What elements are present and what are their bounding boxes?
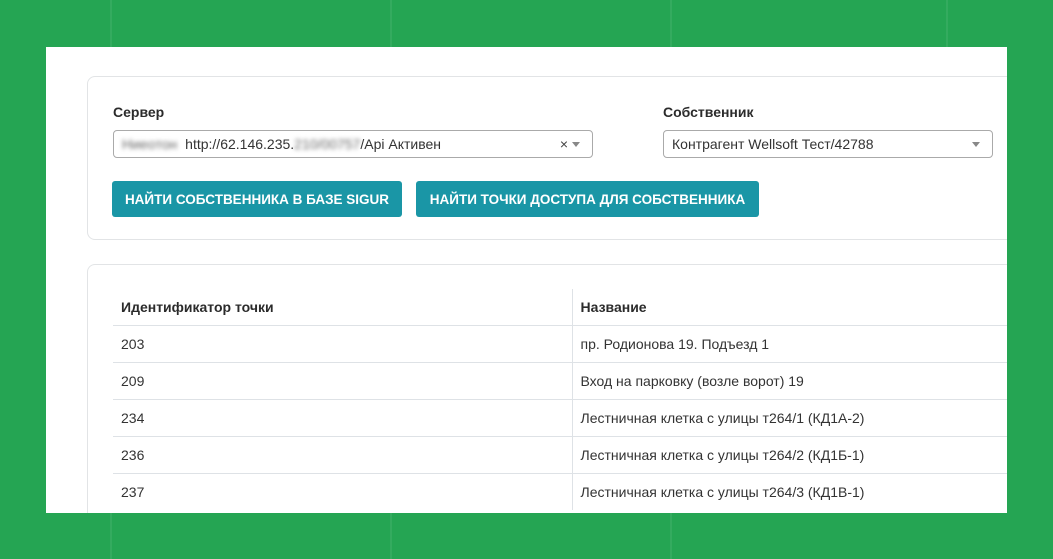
table-row[interactable]: 236 Лестничная клетка с улицы т264/2 (КД… [113,436,1007,474]
background-decoration [110,513,112,559]
point-name-cell: Вход на парковку (возле ворот) 19 [571,362,1007,400]
background-decoration [670,513,672,559]
background-decoration [110,0,112,47]
main-panel: Сервер Ниеoтон http://62.146.235.210/007… [46,47,1007,513]
background-decoration [390,513,392,559]
background-decoration [390,0,392,47]
point-id-cell: 236 [113,436,572,474]
column-header-name: Название [571,289,1007,326]
point-id-cell: 234 [113,399,572,437]
point-id-cell: 203 [113,325,572,363]
access-points-table: Идентификатор точки Название 203 пр. Род… [113,289,1007,510]
server-select[interactable]: Ниеoтон http://62.146.235.210/00757/Api … [113,130,593,158]
point-name-cell: Лестничная клетка с улицы т264/3 (КД1В-1… [571,473,1007,510]
find-points-button[interactable]: НАЙТИ ТОЧКИ ДОСТУПА ДЛЯ СОБСТВЕННИКА [416,181,759,217]
table-header-row: Идентификатор точки Название [113,289,1007,326]
table-row[interactable]: 234 Лестничная клетка с улицы т264/1 (КД… [113,399,1007,437]
table-row[interactable]: 203 пр. Родионова 19. Подъезд 1 [113,325,1007,363]
server-url-blurred: 210/00757 [294,136,361,152]
point-id-cell: 237 [113,473,572,510]
server-name-blurred: Ниеoтон [122,136,178,152]
column-header-id: Идентификатор точки [121,299,274,315]
table-card: Идентификатор точки Название 203 пр. Род… [87,264,1007,513]
server-label: Сервер [113,104,165,120]
chevron-down-icon[interactable] [572,142,580,147]
server-status: /Api Активен [360,136,442,152]
find-owner-button[interactable]: НАЙТИ СОБСТВЕННИКА В БАЗЕ SIGUR [112,181,402,217]
clear-icon[interactable]: × [560,131,568,157]
point-name-cell: пр. Родионова 19. Подъезд 1 [571,325,1007,363]
table-row[interactable]: 209 Вход на парковку (возле ворот) 19 [113,362,1007,400]
chevron-down-icon[interactable] [972,142,980,147]
owner-label: Собственник [663,104,754,120]
background-decoration [670,0,672,47]
background-decoration [946,0,948,47]
owner-value: Контрагент Wellsoft Тест/42788 [672,136,874,152]
owner-select[interactable]: Контрагент Wellsoft Тест/42788 [663,130,993,158]
server-url: http://62.146.235. [185,136,295,152]
table-row[interactable]: 237 Лестничная клетка с улицы т264/3 (КД… [113,473,1007,510]
point-name-cell: Лестничная клетка с улицы т264/1 (КД1А-2… [571,399,1007,437]
point-name-cell: Лестничная клетка с улицы т264/2 (КД1Б-1… [571,436,1007,474]
point-id-cell: 209 [113,362,572,400]
